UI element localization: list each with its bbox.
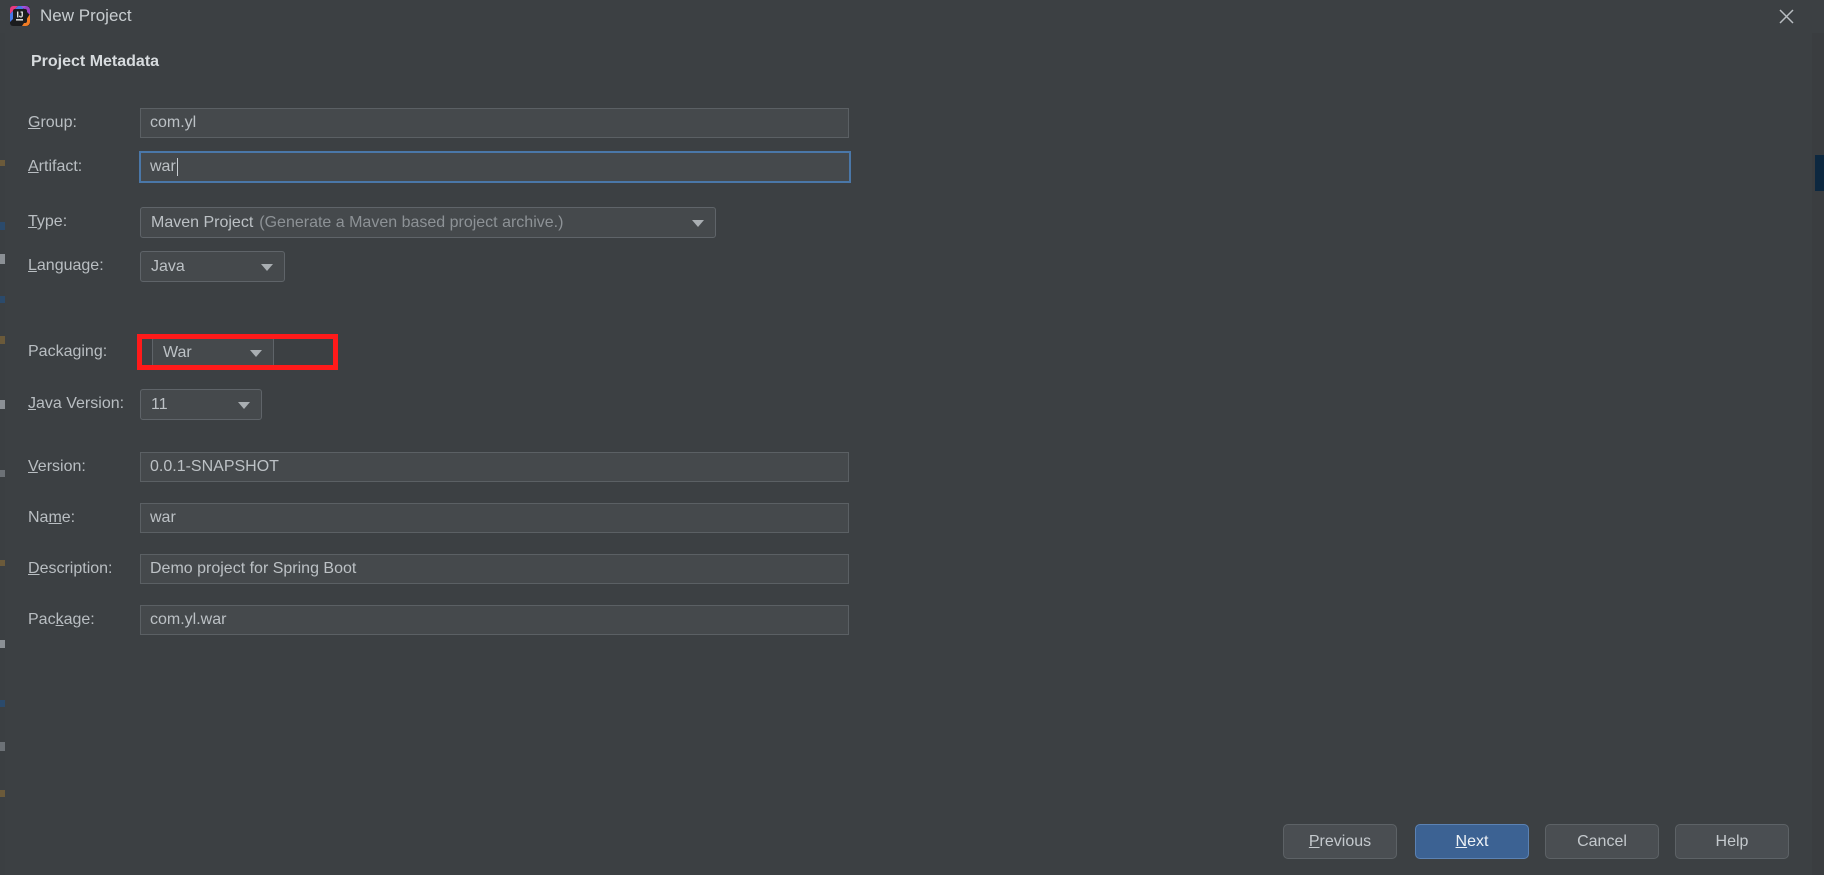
cancel-button[interactable]: Cancel [1545,824,1659,859]
previous-button-label: Previous [1308,832,1372,850]
name-input[interactable]: war [140,503,849,533]
name-value: war [150,509,176,526]
help-button[interactable]: Help [1675,824,1789,859]
type-label: Type: [28,213,68,230]
edge-fragment [0,222,5,230]
version-value: 0.0.1-SNAPSHOT [150,458,279,475]
svg-text:IJ: IJ [17,10,24,19]
text-caret [176,158,178,176]
chevron-down-icon [692,219,704,227]
chevron-down-icon [250,349,262,357]
edge-fragment [0,400,5,409]
next-button[interactable]: Next [1415,824,1529,859]
edge-fragment [0,470,5,477]
type-value: Maven Project [151,213,254,231]
edge-fragment [0,640,5,648]
help-button-label: Help [1715,832,1749,850]
left-edge-strip [0,0,5,875]
version-label: Version: [28,458,86,475]
edge-fragment [0,560,5,566]
edge-fragment [0,336,5,344]
previous-button[interactable]: Previous [1283,824,1397,859]
artifact-input[interactable]: war [139,151,851,183]
artifact-value: war [150,158,176,175]
packaging-value: War [163,343,192,361]
edge-fragment [0,790,5,797]
packaging-label: Packaging: [28,343,108,360]
new-project-dialog: IJ New Project Project Metadata Group: c… [0,0,1824,875]
chevron-down-icon [238,401,250,409]
package-value: com.yl.war [150,611,227,628]
java-version-combobox[interactable]: 11 [140,389,262,420]
description-input[interactable]: Demo project for Spring Boot [140,554,849,584]
right-edge-strip [1812,0,1824,875]
language-value: Java [151,257,185,275]
packaging-combobox[interactable]: War [152,337,274,368]
background-window-sliver [1815,155,1824,191]
close-icon[interactable] [1760,0,1812,33]
intellij-idea-logo-icon: IJ [9,5,31,27]
group-value: com.yl [150,114,197,131]
java-version-value: 11 [151,395,168,413]
package-input[interactable]: com.yl.war [140,605,849,635]
language-combobox[interactable]: Java [140,251,285,282]
description-value: Demo project for Spring Boot [150,560,357,577]
dialog-title: New Project [40,6,132,25]
chevron-down-icon [261,263,273,271]
name-label: Name: [28,509,76,526]
page-title: Project Metadata [31,53,160,70]
group-label: Group: [28,114,77,131]
artifact-label: Artifact: [28,158,83,175]
type-value-hint: (Generate a Maven based project archive.… [259,213,564,231]
cancel-button-label: Cancel [1577,832,1627,850]
type-combobox[interactable]: Maven Project (Generate a Maven based pr… [140,207,716,238]
dialog-titlebar: IJ New Project [0,0,1824,33]
version-input[interactable]: 0.0.1-SNAPSHOT [140,452,849,482]
edge-fragment [0,296,5,303]
package-label: Package: [28,611,95,628]
java-version-label: Java Version: [28,395,125,412]
edge-fragment [0,160,5,166]
edge-fragment [0,700,5,707]
language-label: Language: [28,257,104,274]
edge-fragment [0,742,5,751]
edge-fragment [0,254,5,264]
next-button-label: Next [1455,832,1489,850]
description-label: Description: [28,560,113,577]
group-input[interactable]: com.yl [140,108,849,138]
